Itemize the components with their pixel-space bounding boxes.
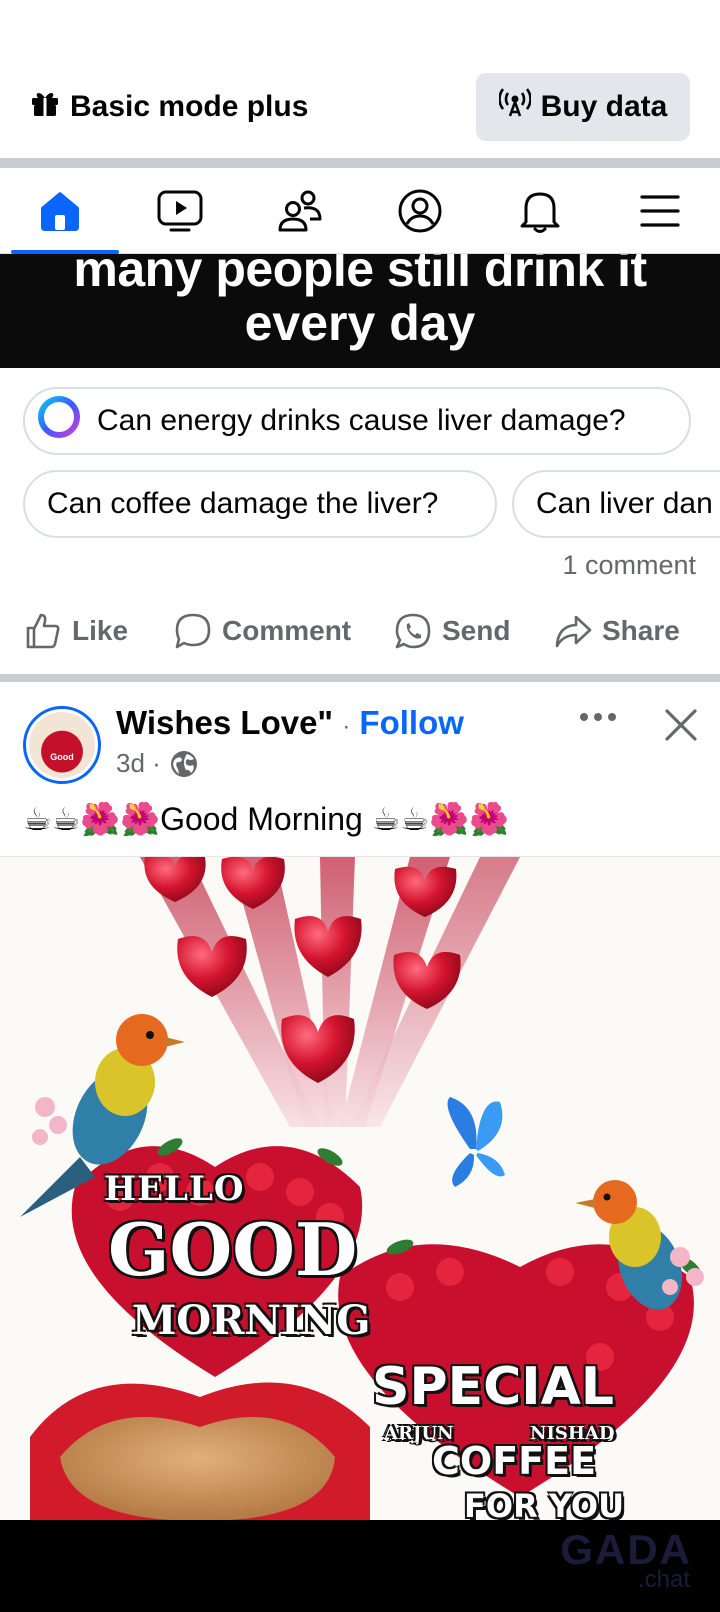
related-question-text: Can coffee damage the liver?: [47, 487, 439, 520]
basic-mode-label: Basic mode plus: [70, 90, 309, 123]
post-author-line: Wishes Love" · Follow: [116, 704, 464, 742]
image-text-for-you: FOR YOU: [464, 1487, 625, 1520]
divider: [0, 158, 720, 168]
related-question-chip[interactable]: Can coffee damage the liver?: [23, 470, 497, 538]
author-name[interactable]: Wishes Love": [116, 704, 333, 741]
video-icon: [157, 190, 203, 232]
post-image[interactable]: HELLO GOOD MORNING SPECIAL ARJUN NISHAD …: [0, 856, 720, 1520]
comment-icon: [175, 613, 211, 649]
share-button[interactable]: Share: [554, 612, 680, 650]
send-label: Send: [442, 615, 511, 646]
buy-data-label: Buy data: [540, 90, 668, 123]
top-bar: Basic mode plus Buy data: [0, 0, 720, 158]
author-avatar[interactable]: Good: [23, 706, 101, 784]
bell-icon: [520, 192, 560, 233]
nav-video[interactable]: [125, 168, 235, 254]
antenna-icon: [497, 88, 532, 126]
gift-icon: [30, 88, 60, 126]
avatar-text: Good: [50, 752, 74, 762]
watermark-sub: .chat: [637, 1566, 690, 1593]
meta-ai-icon: [35, 393, 83, 449]
nav-menu[interactable]: [605, 168, 715, 254]
like-label: Like: [72, 615, 129, 646]
share-arrow-icon: [555, 615, 592, 648]
image-headline-line2: every day: [244, 295, 476, 351]
comment-label: Comment: [222, 615, 352, 646]
ai-question-text: Can energy drinks cause liver damage?: [97, 404, 626, 437]
image-text-morning: MORNING: [132, 1297, 371, 1344]
image-text-good: GOOD: [108, 1207, 358, 1292]
related-question-chip[interactable]: Can liver dan: [512, 470, 720, 538]
post-action-bar: Like Comment Send Share: [0, 600, 720, 666]
separator-dot: ·: [342, 713, 351, 740]
main-nav: [0, 168, 720, 254]
image-headline-line1: many people still drink it: [73, 254, 647, 297]
share-label: Share: [602, 615, 680, 646]
more-options-button[interactable]: [578, 710, 618, 728]
globe-icon: [170, 750, 197, 777]
nav-home[interactable]: [5, 168, 119, 254]
post-time[interactable]: 3d ·: [116, 748, 161, 779]
hide-post-button[interactable]: [662, 706, 700, 749]
send-button[interactable]: Send: [394, 612, 510, 650]
more-dots-icon: [580, 713, 616, 721]
nav-notifications[interactable]: [485, 168, 595, 254]
ai-question-chip[interactable]: Can energy drinks cause liver damage?: [23, 387, 691, 455]
post-divider: [0, 674, 720, 682]
friends-icon: [278, 190, 322, 232]
like-button[interactable]: Like: [24, 612, 128, 650]
thumbs-up-icon: [26, 613, 60, 649]
post-caption: ☕☕🌺🌺Good Morning ☕☕🌺🌺: [23, 801, 509, 837]
previous-post-image[interactable]: many people still drink it every day: [0, 254, 720, 368]
nav-profile[interactable]: [365, 168, 475, 254]
close-icon: [665, 709, 697, 741]
hamburger-menu-icon: [640, 195, 680, 227]
profile-icon: [398, 189, 442, 233]
image-text-special: SPECIAL: [372, 1357, 614, 1417]
basic-mode-plus[interactable]: Basic mode plus: [30, 88, 308, 126]
image-text-coffee: COFFEE: [432, 1439, 597, 1483]
post-meta: 3d ·: [116, 748, 199, 779]
nav-friends[interactable]: [245, 168, 355, 254]
buy-data-button[interactable]: Buy data: [476, 73, 690, 141]
post-header: Good Wishes Love" · Follow 3d ·: [0, 684, 720, 784]
home-icon: [41, 192, 79, 231]
comment-count[interactable]: 1 comment: [562, 550, 696, 581]
whatsapp-icon: [395, 613, 431, 649]
avatar-image: Good: [29, 712, 95, 778]
comment-button[interactable]: Comment: [174, 612, 351, 650]
image-text-hello: HELLO: [104, 1169, 245, 1209]
follow-button[interactable]: Follow: [359, 704, 463, 741]
related-question-text: Can liver dan: [536, 487, 713, 520]
